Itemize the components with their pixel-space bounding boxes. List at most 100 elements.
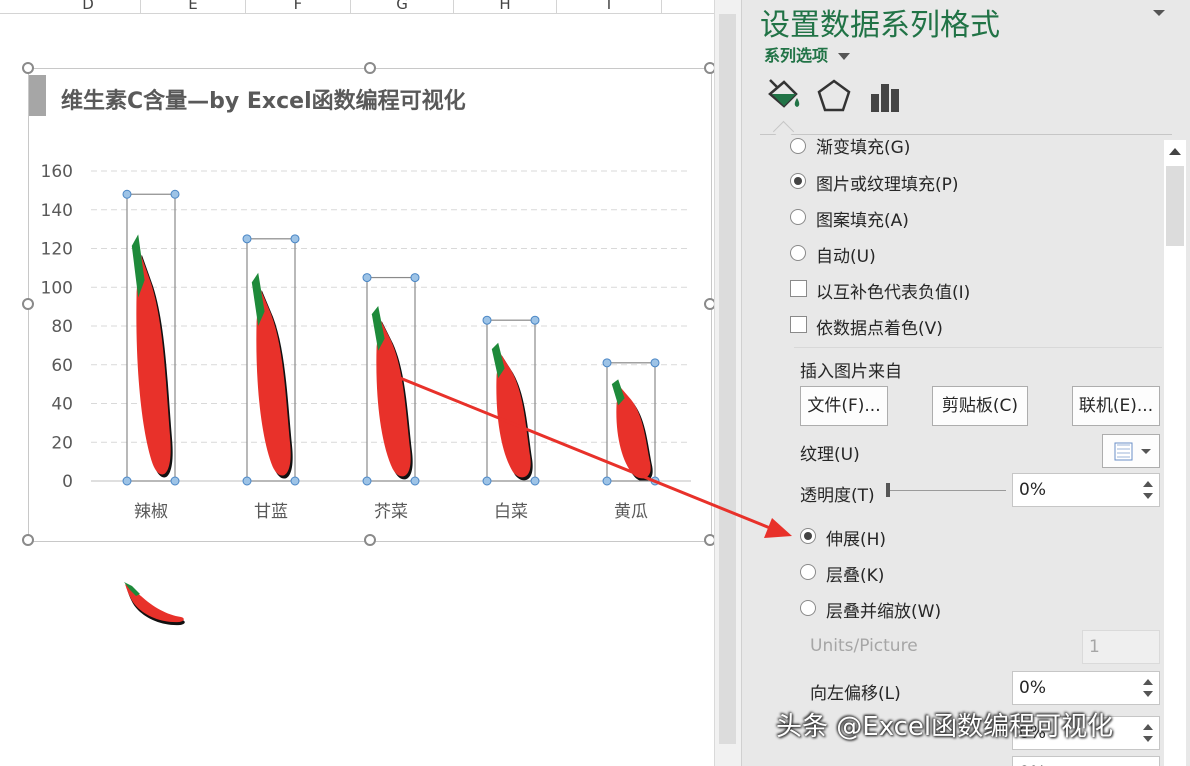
option-stretch: 伸展(H) [826, 530, 887, 550]
column-header-i[interactable]: I [557, 0, 662, 13]
scroll-up-icon[interactable] [1169, 148, 1181, 155]
bar-selection-handle [602, 358, 612, 368]
radio-stretch[interactable] [800, 528, 816, 544]
column-header-e[interactable]: E [141, 0, 246, 13]
y-tick-label: 60 [51, 356, 73, 376]
options-list: 渐变填充(G) 图片或纹理填充(P) 图案填充(A) 自动(U) 以互补色代表负… [742, 136, 1162, 766]
radio-stack-scale[interactable] [800, 600, 816, 616]
bar-selection-handle [242, 234, 252, 244]
scrollbar-thumb[interactable] [1166, 166, 1184, 246]
offset-left-label: 向左偏移(L) [810, 684, 901, 704]
bar-selection-handle [122, 476, 132, 486]
pentagon-effects-icon[interactable] [814, 76, 854, 116]
option-picture-fill: 图片或纹理填充(P) [816, 175, 959, 195]
bar-selection-handle [362, 476, 372, 486]
radio-picture-fill[interactable] [790, 173, 806, 189]
bar-pepper[interactable] [251, 272, 293, 479]
radio-gradient-fill[interactable] [790, 138, 806, 154]
chili-pepper-icon[interactable] [120, 580, 190, 630]
pane-title: 设置数据系列格式 [760, 8, 1000, 43]
bar-selection-handle [410, 476, 420, 486]
label-vary-colors: 依数据点着色(V) [816, 319, 943, 339]
radio-stack[interactable] [800, 564, 816, 580]
series-options-label: 系列选项 [764, 46, 829, 65]
units-per-picture-input: 1 [1082, 630, 1160, 664]
bar-selection-handle [410, 273, 420, 283]
column-header-d[interactable]: D [36, 0, 141, 13]
chevron-down-icon [838, 53, 851, 60]
radio-auto-fill[interactable] [790, 245, 806, 261]
chevron-down-icon[interactable] [1152, 8, 1166, 18]
clipboard-button[interactable]: 剪贴板(C) [932, 386, 1028, 426]
texture-dropdown[interactable] [1102, 434, 1160, 468]
bar-selection-handle [170, 189, 180, 199]
radio-pattern-fill[interactable] [790, 209, 806, 225]
pane-vertical-scrollbar[interactable] [1164, 140, 1186, 766]
bar-selection-handle [362, 273, 372, 283]
option-stack: 层叠(K) [826, 566, 885, 586]
y-tick-label: 0 [62, 472, 73, 492]
bar-pepper[interactable] [611, 379, 653, 482]
chart-resize-handle[interactable] [22, 534, 34, 546]
bar-pepper[interactable] [371, 306, 413, 480]
y-tick-label: 140 [41, 201, 73, 221]
bar-selection-handle [602, 476, 612, 486]
bar-selection-handle [122, 189, 132, 199]
y-tick-label: 120 [41, 240, 73, 260]
format-data-series-pane: 设置数据系列格式 系列选项 渐变填充(G) 图片或纹理填充(P) 图案填充(A)… [742, 0, 1190, 766]
bar-selection-handle [482, 476, 492, 486]
checkbox-vary-colors[interactable] [790, 316, 807, 333]
bar-selection-handle [290, 234, 300, 244]
divider [794, 347, 1162, 348]
transparency-input[interactable]: 0% [1012, 473, 1160, 507]
plot-area[interactable]: 0 20 40 60 80 100 120 140 160 辣椒 甘蓝 芥菜 白菜 黄瓜 [29, 69, 711, 541]
column-header-g[interactable]: G [351, 0, 454, 13]
x-tick-label: 甘蓝 [254, 502, 288, 522]
bar-selection-handle [530, 315, 540, 325]
checkbox-invert-negative[interactable] [790, 280, 807, 297]
option-gradient-fill: 渐变填充(G) [816, 138, 911, 158]
offset-extra-input[interactable]: 0% [1012, 756, 1160, 766]
y-tick-label: 160 [41, 162, 73, 182]
x-tick-label: 白菜 [494, 502, 528, 522]
bar-pepper[interactable] [131, 234, 173, 478]
bar-selection-handle [650, 358, 660, 368]
y-tick-label: 40 [51, 395, 73, 415]
fill-line-icon[interactable] [764, 76, 804, 116]
online-button[interactable]: 联机(E)... [1072, 386, 1160, 426]
spreadsheet-area[interactable]: D E F G H I 维生素C含量—by Excel函数编程可视化 0 20 40… [0, 0, 716, 766]
scrollbar-thumb[interactable] [719, 14, 736, 744]
tab-divider [760, 134, 1172, 135]
units-per-picture-label: Units/Picture [810, 636, 918, 656]
transparency-slider-track[interactable] [890, 490, 1006, 491]
transparency-label: 透明度(T) [800, 486, 875, 506]
offset-left-input[interactable]: 0% [1012, 671, 1160, 705]
y-tick-label: 100 [41, 278, 73, 298]
option-auto-fill: 自动(U) [816, 247, 876, 267]
column-header-h[interactable]: H [454, 0, 557, 13]
x-tick-label: 黄瓜 [614, 502, 648, 522]
bar-chart-series-options-icon[interactable] [866, 76, 906, 116]
texture-swatch-icon [1114, 442, 1151, 461]
chart-resize-handle[interactable] [22, 298, 34, 310]
y-tick-label: 80 [51, 317, 73, 337]
label-invert-negative: 以互补色代表负值(I) [816, 283, 971, 303]
watermark-text: 头条 @Excel函数编程可视化 [776, 712, 1114, 742]
bar-selection-handle [530, 476, 540, 486]
column-header-f[interactable]: F [246, 0, 351, 13]
texture-label: 纹理(U) [800, 445, 860, 465]
file-button[interactable]: 文件(F)... [800, 386, 888, 426]
bar-pepper[interactable] [491, 342, 533, 481]
chart-resize-handle[interactable] [364, 534, 376, 546]
series-options-dropdown[interactable]: 系列选项 [764, 42, 851, 66]
x-tick-label: 辣椒 [134, 502, 168, 522]
x-tick-label: 芥菜 [374, 502, 408, 522]
chart-resize-handle[interactable] [364, 62, 376, 74]
chart-resize-handle[interactable] [22, 62, 34, 74]
insert-picture-from-label: 插入图片来自 [800, 362, 902, 382]
option-stack-scale: 层叠并缩放(W) [826, 602, 942, 622]
y-tick-label: 20 [51, 433, 73, 453]
chart-area[interactable]: 维生素C含量—by Excel函数编程可视化 0 20 40 60 80 100 120 14… [28, 68, 712, 542]
bar-selection-handle [242, 476, 252, 486]
sheet-vertical-scrollbar[interactable] [714, 0, 742, 766]
